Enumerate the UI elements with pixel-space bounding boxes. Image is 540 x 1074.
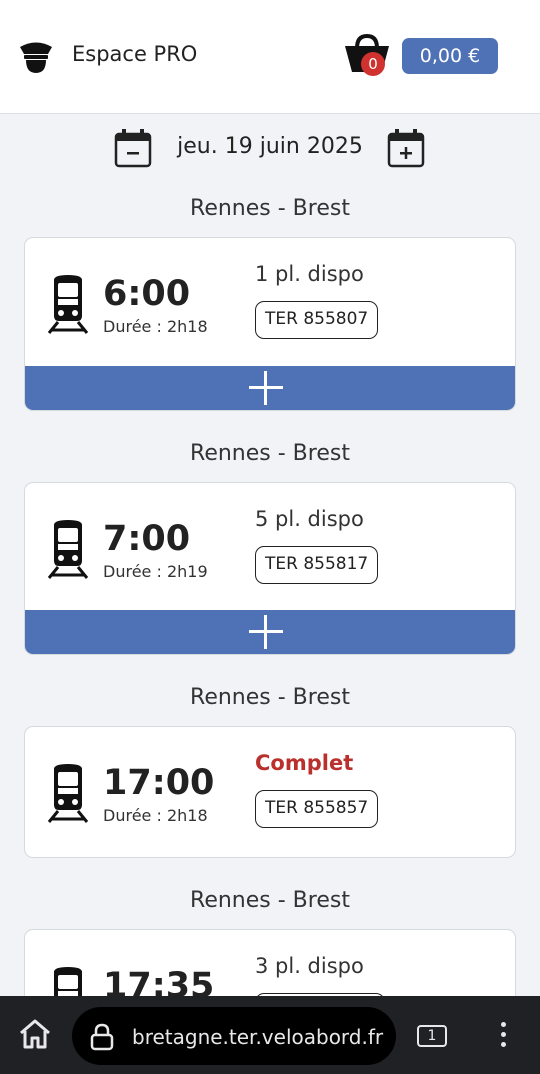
driver-cap-icon[interactable] [16, 36, 56, 76]
espace-pro-link[interactable]: Espace PRO [72, 42, 197, 66]
lock-icon [90, 1023, 114, 1051]
seat-availability: 3 pl. dispo [255, 954, 364, 978]
date-selector: jeu. 19 juin 2025 [0, 124, 540, 176]
train-number-badge: TER 855817 [255, 546, 379, 584]
add-trip-button[interactable] [25, 610, 515, 654]
train-icon [47, 764, 89, 823]
home-icon[interactable] [18, 1018, 52, 1050]
url-text: bretagne.ter.veloabord.fr [132, 1025, 384, 1049]
trip-card: 7:00 Durée : 2h19 5 pl. dispo TER 855817 [24, 482, 516, 655]
train-icon [47, 520, 89, 579]
departure-time: 6:00 [103, 274, 191, 314]
address-bar[interactable]: bretagne.ter.veloabord.fr [72, 1007, 396, 1065]
tabs-icon[interactable]: 1 [417, 1025, 447, 1047]
seat-availability: Complet [255, 751, 354, 775]
train-icon [47, 275, 89, 334]
trip-route: Rennes - Brest [190, 196, 350, 221]
trip-card: 6:00 Durée : 2h18 1 pl. dispo TER 855807 [24, 237, 516, 411]
seat-availability: 5 pl. dispo [255, 507, 364, 531]
departure-time: 7:00 [103, 519, 191, 559]
basket-total-button[interactable]: 0,00 € [402, 38, 498, 74]
train-number-badge: TER 855807 [255, 301, 379, 339]
departure-time: 17:00 [103, 763, 215, 803]
seat-availability: 1 pl. dispo [255, 262, 364, 286]
app-header: Espace PRO 0 0,00 € [0, 0, 540, 114]
next-day-icon[interactable] [386, 128, 426, 168]
trip-route: Rennes - Brest [190, 685, 350, 710]
trip-route: Rennes - Brest [190, 888, 350, 913]
basket-count-badge: 0 [361, 52, 385, 76]
trip-card: 17:00 Durée : 2h18 Complet TER 855857 [24, 726, 516, 858]
trip-route: Rennes - Brest [190, 441, 350, 466]
current-date: jeu. 19 juin 2025 [177, 134, 363, 159]
more-menu-icon[interactable] [498, 1022, 508, 1050]
trip-duration: Durée : 2h19 [103, 562, 208, 581]
browser-toolbar: bretagne.ter.veloabord.fr 1 [0, 996, 540, 1074]
trip-duration: Durée : 2h18 [103, 806, 208, 825]
trip-duration: Durée : 2h18 [103, 317, 208, 336]
add-trip-button[interactable] [25, 366, 515, 410]
train-number-badge: TER 855857 [255, 790, 379, 828]
